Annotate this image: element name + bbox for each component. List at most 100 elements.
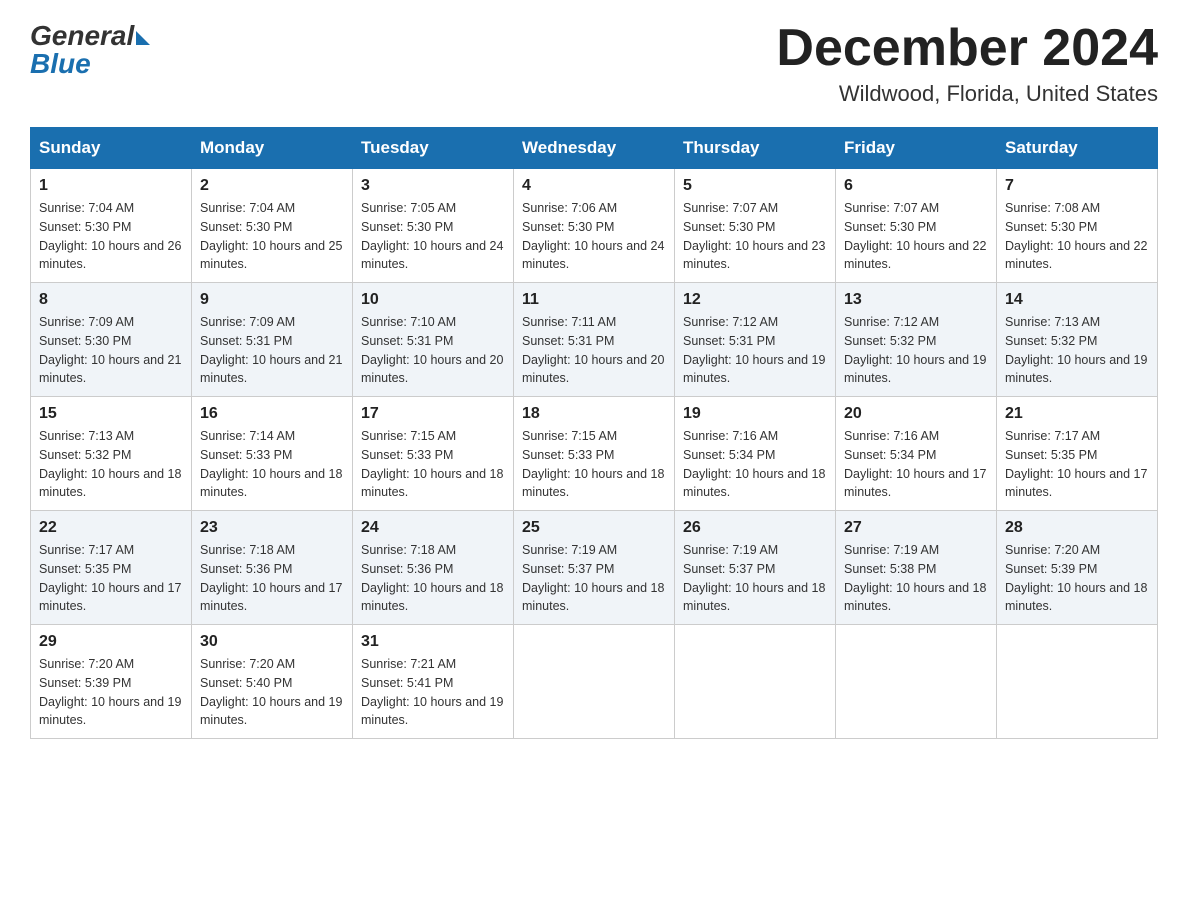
calendar-day-cell: 23 Sunrise: 7:18 AMSunset: 5:36 PMDayligh…	[192, 511, 353, 625]
day-info: Sunrise: 7:12 AMSunset: 5:31 PMDaylight:…	[683, 313, 827, 388]
day-number: 16	[200, 405, 344, 423]
calendar-day-cell: 22Sunrise: 7:17 AMSunset: 5:35 PMDayligh…	[31, 511, 192, 625]
day-number: 7	[1005, 177, 1149, 195]
calendar-week-row: 8 Sunrise: 7:09 AMSunset: 5:30 PMDaylight…	[31, 283, 1158, 397]
calendar-day-cell: 24Sunrise: 7:18 AMSunset: 5:36 PMDayligh…	[353, 511, 514, 625]
day-info: Sunrise: 7:13 AMSunset: 5:32 PMDaylight:…	[1005, 313, 1149, 388]
day-number: 23	[200, 519, 344, 537]
day-number: 22	[39, 519, 183, 537]
day-number: 1	[39, 177, 183, 195]
calendar-day-cell: 8 Sunrise: 7:09 AMSunset: 5:30 PMDaylight…	[31, 283, 192, 397]
day-info: Sunrise: 7:09 AMSunset: 5:31 PMDaylight:…	[200, 313, 344, 388]
day-number: 26	[683, 519, 827, 537]
calendar-header-row: SundayMondayTuesdayWednesdayThursdayFrid…	[31, 128, 1158, 169]
calendar-day-cell: 20Sunrise: 7:16 AMSunset: 5:34 PMDayligh…	[836, 397, 997, 511]
logo-arrow-icon	[136, 31, 150, 45]
day-info: Sunrise: 7:07 AMSunset: 5:30 PMDaylight:…	[844, 199, 988, 274]
calendar-day-cell: 18 Sunrise: 7:15 AMSunset: 5:33 PMDayligh…	[514, 397, 675, 511]
calendar-day-cell	[997, 625, 1158, 739]
day-number: 28	[1005, 519, 1149, 537]
calendar-day-cell: 27 Sunrise: 7:19 AMSunset: 5:38 PMDayligh…	[836, 511, 997, 625]
day-info: Sunrise: 7:21 AMSunset: 5:41 PMDaylight:…	[361, 655, 505, 730]
day-info: Sunrise: 7:04 AMSunset: 5:30 PMDaylight:…	[200, 199, 344, 274]
calendar-day-cell: 7 Sunrise: 7:08 AMSunset: 5:30 PMDaylight…	[997, 169, 1158, 283]
calendar-day-cell: 4 Sunrise: 7:06 AMSunset: 5:30 PMDaylight…	[514, 169, 675, 283]
day-info: Sunrise: 7:20 AMSunset: 5:39 PMDaylight:…	[1005, 541, 1149, 616]
day-number: 31	[361, 633, 505, 651]
calendar-day-cell	[836, 625, 997, 739]
calendar-day-cell: 14 Sunrise: 7:13 AMSunset: 5:32 PMDayligh…	[997, 283, 1158, 397]
day-number: 19	[683, 405, 827, 423]
day-number: 27	[844, 519, 988, 537]
calendar-day-cell: 2 Sunrise: 7:04 AMSunset: 5:30 PMDaylight…	[192, 169, 353, 283]
day-of-week-header: Thursday	[675, 128, 836, 169]
calendar-day-cell: 17 Sunrise: 7:15 AMSunset: 5:33 PMDayligh…	[353, 397, 514, 511]
logo: General Blue	[30, 20, 150, 80]
day-number: 12	[683, 291, 827, 309]
day-info: Sunrise: 7:19 AMSunset: 5:37 PMDaylight:…	[522, 541, 666, 616]
day-info: Sunrise: 7:06 AMSunset: 5:30 PMDaylight:…	[522, 199, 666, 274]
calendar-day-cell: 10 Sunrise: 7:10 AMSunset: 5:31 PMDayligh…	[353, 283, 514, 397]
calendar-day-cell: 15 Sunrise: 7:13 AMSunset: 5:32 PMDayligh…	[31, 397, 192, 511]
day-number: 29	[39, 633, 183, 651]
day-of-week-header: Saturday	[997, 128, 1158, 169]
calendar-day-cell: 26Sunrise: 7:19 AMSunset: 5:37 PMDayligh…	[675, 511, 836, 625]
calendar-day-cell: 30 Sunrise: 7:20 AMSunset: 5:40 PMDayligh…	[192, 625, 353, 739]
day-of-week-header: Sunday	[31, 128, 192, 169]
day-info: Sunrise: 7:20 AMSunset: 5:40 PMDaylight:…	[200, 655, 344, 730]
calendar-week-row: 22Sunrise: 7:17 AMSunset: 5:35 PMDayligh…	[31, 511, 1158, 625]
day-of-week-header: Friday	[836, 128, 997, 169]
day-number: 4	[522, 177, 666, 195]
day-info: Sunrise: 7:05 AMSunset: 5:30 PMDaylight:…	[361, 199, 505, 274]
day-info: Sunrise: 7:13 AMSunset: 5:32 PMDaylight:…	[39, 427, 183, 502]
day-number: 13	[844, 291, 988, 309]
day-info: Sunrise: 7:04 AMSunset: 5:30 PMDaylight:…	[39, 199, 183, 274]
day-number: 8	[39, 291, 183, 309]
calendar-day-cell: 31 Sunrise: 7:21 AMSunset: 5:41 PMDayligh…	[353, 625, 514, 739]
calendar-body: 1 Sunrise: 7:04 AMSunset: 5:30 PMDaylight…	[31, 169, 1158, 739]
calendar-day-cell: 11Sunrise: 7:11 AMSunset: 5:31 PMDayligh…	[514, 283, 675, 397]
day-number: 15	[39, 405, 183, 423]
day-info: Sunrise: 7:08 AMSunset: 5:30 PMDaylight:…	[1005, 199, 1149, 274]
page-header: General Blue December 2024 Wildwood, Flo…	[30, 20, 1158, 107]
calendar-day-cell: 21 Sunrise: 7:17 AMSunset: 5:35 PMDayligh…	[997, 397, 1158, 511]
day-number: 10	[361, 291, 505, 309]
day-number: 21	[1005, 405, 1149, 423]
day-number: 3	[361, 177, 505, 195]
calendar-day-cell	[675, 625, 836, 739]
day-info: Sunrise: 7:19 AMSunset: 5:38 PMDaylight:…	[844, 541, 988, 616]
day-number: 11	[522, 291, 666, 309]
day-info: Sunrise: 7:17 AMSunset: 5:35 PMDaylight:…	[1005, 427, 1149, 502]
day-number: 17	[361, 405, 505, 423]
day-info: Sunrise: 7:15 AMSunset: 5:33 PMDaylight:…	[361, 427, 505, 502]
calendar-week-row: 29 Sunrise: 7:20 AMSunset: 5:39 PMDayligh…	[31, 625, 1158, 739]
day-info: Sunrise: 7:15 AMSunset: 5:33 PMDaylight:…	[522, 427, 666, 502]
day-number: 9	[200, 291, 344, 309]
location-text: Wildwood, Florida, United States	[776, 81, 1158, 107]
calendar-day-cell: 1 Sunrise: 7:04 AMSunset: 5:30 PMDaylight…	[31, 169, 192, 283]
calendar-day-cell: 12 Sunrise: 7:12 AMSunset: 5:31 PMDayligh…	[675, 283, 836, 397]
day-info: Sunrise: 7:16 AMSunset: 5:34 PMDaylight:…	[683, 427, 827, 502]
day-number: 14	[1005, 291, 1149, 309]
day-number: 30	[200, 633, 344, 651]
day-info: Sunrise: 7:14 AMSunset: 5:33 PMDaylight:…	[200, 427, 344, 502]
day-info: Sunrise: 7:10 AMSunset: 5:31 PMDaylight:…	[361, 313, 505, 388]
day-of-week-header: Monday	[192, 128, 353, 169]
day-info: Sunrise: 7:20 AMSunset: 5:39 PMDaylight:…	[39, 655, 183, 730]
day-info: Sunrise: 7:18 AMSunset: 5:36 PMDaylight:…	[200, 541, 344, 616]
day-number: 20	[844, 405, 988, 423]
day-number: 18	[522, 405, 666, 423]
calendar-day-cell: 13Sunrise: 7:12 AMSunset: 5:32 PMDayligh…	[836, 283, 997, 397]
day-of-week-header: Tuesday	[353, 128, 514, 169]
calendar-week-row: 15 Sunrise: 7:13 AMSunset: 5:32 PMDayligh…	[31, 397, 1158, 511]
day-info: Sunrise: 7:09 AMSunset: 5:30 PMDaylight:…	[39, 313, 183, 388]
calendar-day-cell: 29 Sunrise: 7:20 AMSunset: 5:39 PMDayligh…	[31, 625, 192, 739]
title-section: December 2024 Wildwood, Florida, United …	[776, 20, 1158, 107]
day-number: 2	[200, 177, 344, 195]
calendar-day-cell: 6Sunrise: 7:07 AMSunset: 5:30 PMDaylight…	[836, 169, 997, 283]
calendar-table: SundayMondayTuesdayWednesdayThursdayFrid…	[30, 127, 1158, 739]
calendar-day-cell: 3 Sunrise: 7:05 AMSunset: 5:30 PMDaylight…	[353, 169, 514, 283]
calendar-day-cell: 16 Sunrise: 7:14 AMSunset: 5:33 PMDayligh…	[192, 397, 353, 511]
day-number: 24	[361, 519, 505, 537]
calendar-week-row: 1 Sunrise: 7:04 AMSunset: 5:30 PMDaylight…	[31, 169, 1158, 283]
